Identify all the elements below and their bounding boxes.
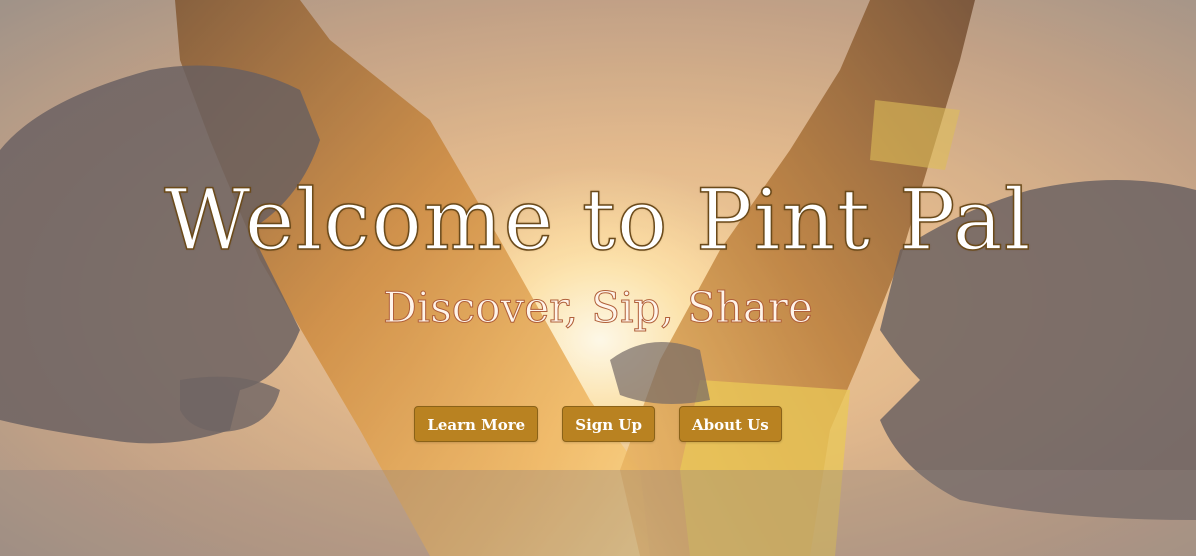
sign-up-button[interactable]: Sign Up: [562, 406, 655, 442]
hero-title: Welcome to Pint Pal: [164, 170, 1032, 270]
hero-subtitle: Discover, Sip, Share: [383, 283, 814, 333]
learn-more-button[interactable]: Learn More: [414, 406, 539, 442]
about-us-button[interactable]: About Us: [678, 406, 782, 442]
hero-buttons: Learn More Sign Up About Us: [0, 406, 1196, 442]
hero-content: Welcome to Pint Pal Discover, Sip, Share: [0, 168, 1196, 334]
hero-section: Welcome to Pint Pal Discover, Sip, Share…: [0, 0, 1196, 556]
